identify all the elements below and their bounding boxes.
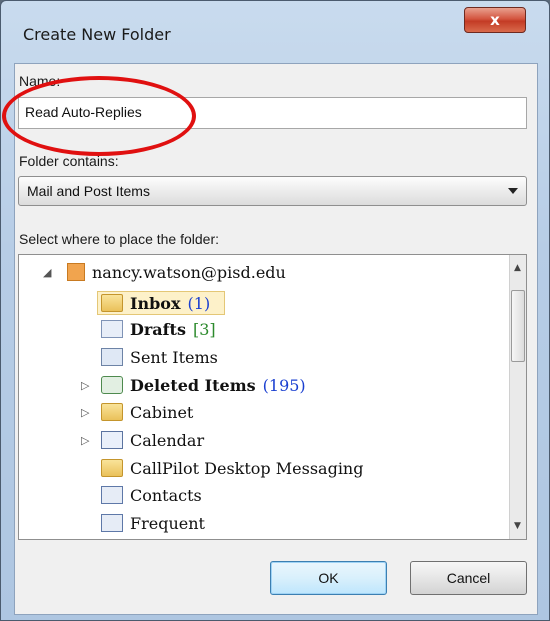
tree-item-label: CallPilot Desktop Messaging bbox=[130, 458, 364, 478]
folder-tree[interactable]: ◢ nancy.watson@pisd.edu Inbox (1) Drafts… bbox=[18, 254, 527, 540]
scroll-thumb[interactable] bbox=[511, 290, 525, 362]
tree-item-deleted-items[interactable]: Deleted Items (195) bbox=[101, 372, 306, 398]
unread-count: (195) bbox=[262, 375, 306, 395]
scroll-up-icon[interactable]: ▲ bbox=[514, 263, 521, 273]
contacts-icon bbox=[101, 514, 123, 532]
folder-icon bbox=[101, 403, 123, 421]
cancel-button[interactable]: Cancel bbox=[410, 561, 527, 595]
tree-scrollbar[interactable]: ▲ ▼ bbox=[509, 255, 526, 539]
tree-item-contacts[interactable]: Contacts bbox=[101, 482, 202, 508]
drafts-icon bbox=[101, 320, 123, 338]
expand-icon[interactable]: ▷ bbox=[81, 379, 89, 392]
tree-item-label: Calendar bbox=[130, 430, 205, 450]
expand-icon[interactable]: ▷ bbox=[81, 434, 89, 447]
dialog-title: Create New Folder bbox=[23, 25, 171, 44]
tree-item-label: Cabinet bbox=[130, 402, 194, 422]
tree-label: Select where to place the folder: bbox=[19, 231, 220, 247]
collapse-icon[interactable]: ◢ bbox=[43, 266, 51, 279]
tree-item-sent-items[interactable]: Sent Items bbox=[101, 344, 218, 370]
tree-item-drafts[interactable]: Drafts [3] bbox=[101, 316, 216, 342]
title-bar: Create New Folder x bbox=[1, 1, 549, 67]
tree-item-label: Sent Items bbox=[130, 347, 218, 367]
tree-item-cabinet[interactable]: Cabinet bbox=[101, 399, 193, 425]
folder-contains-select[interactable]: Mail and Post Items bbox=[18, 176, 527, 206]
tree-item-inbox[interactable]: Inbox (1) bbox=[101, 290, 210, 316]
folder-contains-value: Mail and Post Items bbox=[27, 183, 150, 199]
annotation-circle bbox=[2, 76, 196, 156]
tree-item-label: Deleted Items bbox=[130, 375, 256, 395]
tree-item-calendar[interactable]: Calendar bbox=[101, 427, 204, 453]
account-label: nancy.watson@pisd.edu bbox=[92, 262, 286, 282]
tree-item-label: Frequent bbox=[130, 513, 205, 533]
mailbox-icon bbox=[67, 263, 85, 281]
tree-item-label: Inbox bbox=[130, 293, 181, 313]
contacts-icon bbox=[101, 486, 123, 504]
sent-items-icon bbox=[101, 348, 123, 366]
unread-count: (1) bbox=[187, 293, 211, 313]
tree-item-frequent[interactable]: Frequent bbox=[101, 510, 205, 536]
tree-item-label: Contacts bbox=[130, 485, 202, 505]
tree-account[interactable]: nancy.watson@pisd.edu bbox=[67, 259, 286, 285]
scroll-down-icon[interactable]: ▼ bbox=[514, 521, 521, 531]
folder-icon bbox=[101, 459, 123, 477]
expand-icon[interactable]: ▷ bbox=[81, 406, 89, 419]
ok-button[interactable]: OK bbox=[270, 561, 387, 595]
recycle-bin-icon bbox=[101, 376, 123, 394]
calendar-icon bbox=[101, 431, 123, 449]
inbox-icon bbox=[101, 294, 123, 312]
chevron-down-icon[interactable] bbox=[508, 188, 518, 194]
close-button[interactable]: x bbox=[464, 7, 526, 33]
draft-count: [3] bbox=[192, 319, 216, 339]
tree-item-callpilot[interactable]: CallPilot Desktop Messaging bbox=[101, 455, 363, 481]
tree-item-label: Drafts bbox=[130, 319, 186, 339]
